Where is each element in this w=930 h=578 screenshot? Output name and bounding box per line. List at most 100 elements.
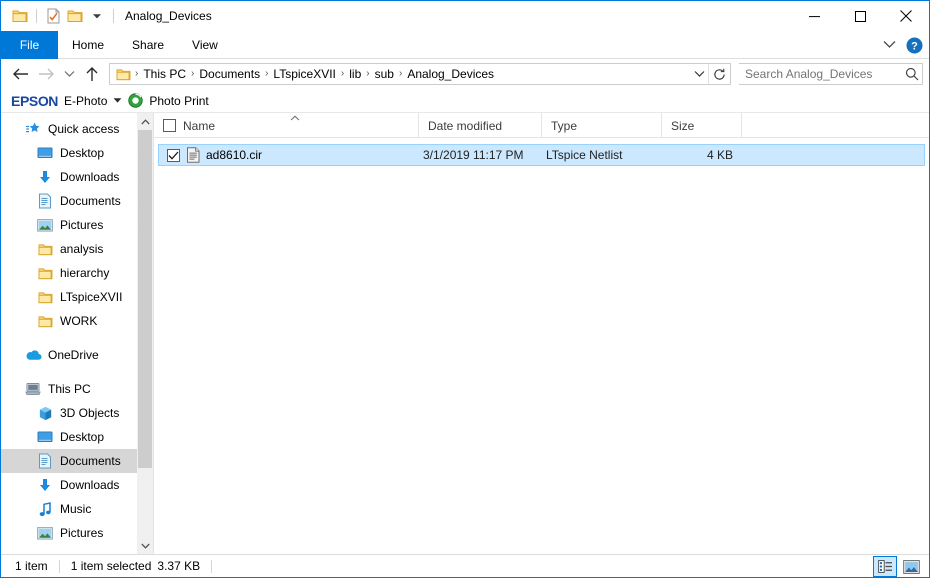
chevron-down-icon[interactable]	[137, 537, 153, 554]
refresh-icon[interactable]	[708, 64, 730, 84]
chevron-down-icon[interactable]	[113, 97, 122, 104]
desktop-icon	[35, 427, 55, 447]
cell-type: LTspice Netlist	[546, 148, 623, 162]
recent-locations-icon[interactable]	[59, 61, 79, 87]
window-controls	[791, 1, 929, 31]
sidebar-scrollbar-thumb[interactable]	[138, 130, 152, 468]
svg-text:?: ?	[911, 40, 918, 52]
tab-view[interactable]: View	[178, 31, 232, 59]
status-selection-size: 3.37 KB	[157, 559, 201, 573]
tab-share[interactable]: Share	[118, 31, 178, 59]
table-row[interactable]: ad8610.cir 3/1/2019 11:17 PM LTspice Net…	[158, 144, 925, 166]
breadcrumb-item-documents[interactable]: Documents	[196, 67, 263, 81]
column-header-size[interactable]: Size	[662, 113, 742, 138]
sidebar-scrollbar[interactable]	[137, 113, 153, 554]
ribbon-tabs: File Home Share View ?	[1, 31, 929, 59]
sidebar-item-label: WORK	[60, 314, 98, 328]
status-item-count: 1 item	[15, 559, 48, 573]
properties-icon[interactable]	[42, 5, 64, 27]
chevron-up-icon[interactable]	[137, 113, 153, 130]
column-header-date-modified[interactable]: Date modified	[419, 113, 542, 138]
breadcrumb-separator[interactable]: ›	[397, 69, 404, 79]
sidebar-item-this-pc[interactable]: This PC	[1, 377, 153, 401]
details-view-button[interactable]	[873, 556, 897, 577]
sidebar-item-work[interactable]: WORK	[1, 309, 153, 333]
sidebar-item-music[interactable]: Music	[1, 497, 153, 521]
help-icon[interactable]: ?	[906, 37, 923, 54]
breadcrumb-separator[interactable]: ›	[263, 69, 270, 79]
status-separator	[58, 559, 60, 573]
chevron-down-icon[interactable]	[690, 70, 708, 78]
status-bar: 1 item 1 item selected 3.37 KB	[1, 554, 929, 577]
column-header-label: Name	[183, 118, 216, 133]
breadcrumb-separator[interactable]: ›	[189, 69, 196, 79]
breadcrumb-item-this-pc[interactable]: This PC	[140, 67, 189, 81]
epson-app-label[interactable]: E-Photo	[64, 94, 107, 108]
sidebar-item-documents-pc[interactable]: Documents	[1, 449, 153, 473]
quick-access-toolbar	[1, 5, 119, 27]
cell-name: ad8610.cir	[159, 145, 423, 165]
close-icon[interactable]	[883, 1, 929, 31]
row-checkbox[interactable]	[167, 148, 180, 162]
chevron-up-icon	[290, 114, 300, 122]
window-title: Analog_Devices	[125, 9, 212, 23]
navigation-pane: Quick access Desktop Downloads Documents…	[1, 113, 153, 554]
ribbon-right-controls: ?	[883, 31, 923, 59]
sidebar-item-desktop-pc[interactable]: Desktop	[1, 425, 153, 449]
sidebar-item-label: Desktop	[60, 146, 105, 160]
sidebar-item-downloads-pc[interactable]: Downloads	[1, 473, 153, 497]
minimize-icon[interactable]	[791, 1, 837, 31]
sidebar-item-desktop[interactable]: Desktop	[1, 141, 153, 165]
column-header-type[interactable]: Type	[542, 113, 662, 138]
pictures-icon	[35, 215, 55, 235]
column-header-name[interactable]: Name	[154, 113, 419, 138]
breadcrumb-separator[interactable]: ›	[364, 69, 371, 79]
column-header-label: Type	[551, 118, 578, 133]
new-folder-icon[interactable]	[64, 5, 86, 27]
sidebar-item-label: This PC	[48, 382, 91, 396]
select-all-checkbox[interactable]	[163, 119, 176, 132]
maximize-icon[interactable]	[837, 1, 883, 31]
photo-print-label[interactable]: Photo Print	[149, 94, 208, 108]
folder-icon	[35, 239, 55, 259]
sidebar-item-analysis[interactable]: analysis	[1, 237, 153, 261]
sidebar-item-pictures[interactable]: Pictures	[1, 213, 153, 237]
breadcrumb-separator[interactable]: ›	[133, 69, 140, 79]
sidebar-item-pictures-pc[interactable]: Pictures	[1, 521, 153, 545]
large-icons-view-button[interactable]	[899, 556, 923, 577]
breadcrumb-item-ltspicexvii[interactable]: LTspiceXVII	[270, 67, 338, 81]
photo-print-icon[interactable]	[128, 93, 144, 108]
chevron-down-icon[interactable]	[883, 38, 896, 52]
thispc-icon	[23, 379, 43, 399]
column-header-filler	[742, 113, 929, 138]
column-headers: Name Date modified Type Size	[154, 113, 929, 138]
sidebar-item-3d-objects[interactable]: 3D Objects	[1, 401, 153, 425]
breadcrumb-item-lib[interactable]: lib	[346, 67, 364, 81]
download-icon	[35, 167, 55, 187]
breadcrumb-item-sub[interactable]: sub	[372, 67, 397, 81]
forward-arrow-icon[interactable]	[33, 61, 59, 87]
sidebar-item-documents[interactable]: Documents	[1, 189, 153, 213]
up-arrow-icon[interactable]	[79, 61, 105, 87]
search-input[interactable]	[739, 66, 902, 82]
sidebar-item-label: 3D Objects	[60, 406, 120, 420]
sidebar-item-hierarchy[interactable]: hierarchy	[1, 261, 153, 285]
sidebar-item-label: Documents	[60, 194, 121, 208]
folder-icon[interactable]	[9, 5, 31, 27]
sidebar-item-onedrive[interactable]: OneDrive	[1, 343, 153, 367]
sidebar-item-quick-access[interactable]: Quick access	[1, 117, 153, 141]
sidebar-item-downloads[interactable]: Downloads	[1, 165, 153, 189]
epson-logo: EPSON	[11, 92, 59, 109]
tab-file[interactable]: File	[1, 31, 58, 59]
column-header-label: Date modified	[428, 118, 503, 133]
breadcrumb[interactable]: › This PC › Documents › LTspiceXVII › li…	[109, 63, 731, 85]
breadcrumb-item-analog-devices[interactable]: Analog_Devices	[404, 67, 497, 81]
folder-icon	[35, 263, 55, 283]
breadcrumb-separator[interactable]: ›	[339, 69, 346, 79]
back-arrow-icon[interactable]	[7, 61, 33, 87]
search-box[interactable]	[739, 63, 923, 85]
sidebar-item-ltspicexvii[interactable]: LTspiceXVII	[1, 285, 153, 309]
tab-home[interactable]: Home	[58, 31, 118, 59]
search-icon[interactable]	[902, 67, 922, 81]
chevron-down-icon[interactable]	[86, 5, 108, 27]
